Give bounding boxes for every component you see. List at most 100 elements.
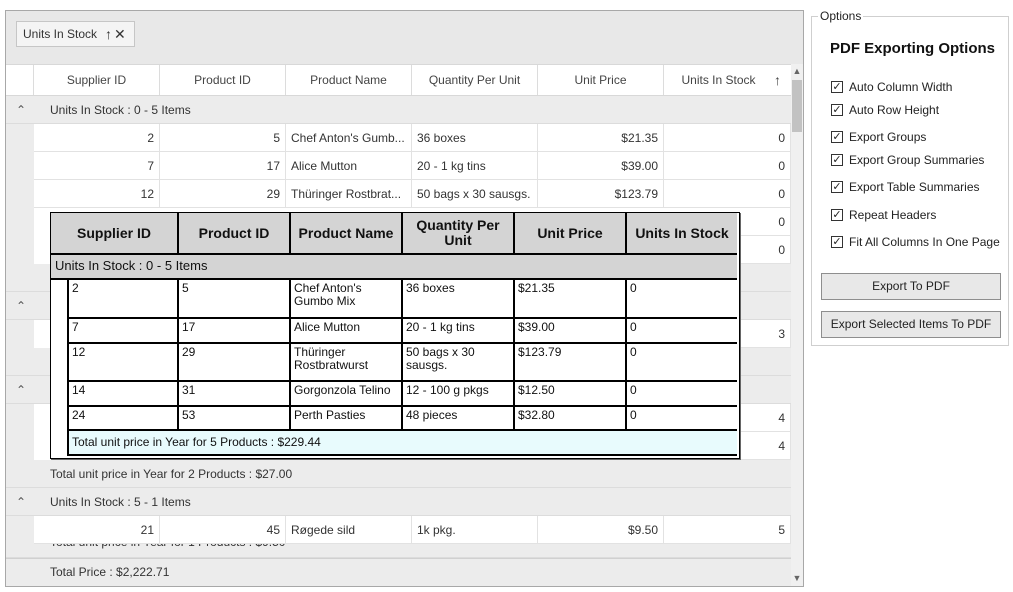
group-row[interactable]: ⌃ Units In Stock : 0 - 5 Items	[6, 96, 791, 124]
checkbox-export-table-summaries[interactable]: ✓ Export Table Summaries	[831, 180, 980, 194]
pdf-cell: 31	[179, 382, 291, 407]
cell-quantity-per-unit[interactable]: 1k pkg.	[412, 516, 538, 544]
pdf-cell: 0	[627, 344, 737, 382]
checkbox-auto-column-width[interactable]: ✓ Auto Column Width	[831, 80, 952, 94]
table-row[interactable]: 12 29 Thüringer Rostbrat... 50 bags x 30…	[6, 180, 791, 208]
cell-unit-price[interactable]: $39.00	[538, 152, 664, 180]
cell-product-id[interactable]: 17	[160, 152, 286, 180]
pdf-header-product-id: Product ID	[179, 213, 291, 255]
cell-supplier-id[interactable]: 21	[34, 516, 160, 544]
pdf-cell: 5	[179, 280, 291, 319]
pdf-preview: Supplier ID Product ID Product Name Quan…	[50, 212, 740, 459]
header-supplier-id[interactable]: Supplier ID	[34, 65, 160, 95]
cell-supplier-id[interactable]: 7	[34, 152, 160, 180]
group-caption: Units In Stock : 5 - 1 Items	[50, 495, 191, 509]
checkbox-export-groups[interactable]: ✓ Export Groups	[831, 130, 926, 144]
checkbox-auto-row-height[interactable]: ✓ Auto Row Height	[831, 103, 939, 117]
cell-quantity-per-unit[interactable]: 36 boxes	[412, 124, 538, 152]
cell-unit-price[interactable]: $123.79	[538, 180, 664, 208]
cell-product-id[interactable]: 45	[160, 516, 286, 544]
pdf-cell: Chef Anton's Gumbo Mix	[291, 280, 403, 319]
check-icon[interactable]: ✓	[831, 154, 843, 166]
checkbox-label: Export Group Summaries	[849, 153, 985, 167]
checkbox-label: Repeat Headers	[849, 208, 937, 222]
export-to-pdf-button[interactable]: Export To PDF	[821, 273, 1001, 300]
cell-units-in-stock[interactable]: 5	[664, 516, 791, 544]
row-indent	[6, 208, 34, 236]
cell-quantity-per-unit[interactable]: 20 - 1 kg tins	[412, 152, 538, 180]
cell-supplier-id[interactable]: 2	[34, 124, 160, 152]
check-icon[interactable]: ✓	[831, 236, 843, 248]
pdf-cell: Gorgonzola Telino	[291, 382, 403, 407]
pdf-cell: 29	[179, 344, 291, 382]
group-row[interactable]: ⌃ Units In Stock : 5 - 1 Items	[6, 488, 791, 516]
cell-unit-price[interactable]: $21.35	[538, 124, 664, 152]
group-chip-units-in-stock[interactable]: Units In Stock ↑ ✕	[16, 21, 135, 47]
pdf-cell: 12	[69, 344, 179, 382]
checkbox-export-group-summaries[interactable]: ✓ Export Group Summaries	[831, 153, 984, 167]
table-row[interactable]: 2 5 Chef Anton's Gumb... 36 boxes $21.35…	[6, 124, 791, 152]
cell-product-id[interactable]: 29	[160, 180, 286, 208]
cell-units-in-stock[interactable]: 0	[664, 124, 791, 152]
header-product-name[interactable]: Product Name	[286, 65, 412, 95]
group-summary-row: Total unit price in Year for 2 Products …	[6, 460, 791, 488]
check-icon[interactable]: ✓	[831, 209, 843, 221]
scroll-down-icon[interactable]: ▼	[791, 572, 803, 584]
table-row[interactable]: 7 17 Alice Mutton 20 - 1 kg tins $39.00 …	[6, 152, 791, 180]
pdf-cell: 50 bags x 30 sausgs.	[403, 344, 515, 382]
cell-unit-price[interactable]: $9.50	[538, 516, 664, 544]
close-icon[interactable]: ✕	[114, 27, 126, 41]
arrow-up-icon[interactable]: ↑	[105, 27, 112, 41]
cell-supplier-id[interactable]: 12	[34, 180, 160, 208]
row-indent	[6, 516, 34, 544]
header-unit-price[interactable]: Unit Price	[538, 65, 664, 95]
table-summary-row: Total Price : $2,222.71	[6, 558, 791, 586]
pdf-cell: 48 pieces	[403, 407, 515, 431]
check-icon[interactable]: ✓	[831, 104, 843, 116]
options-legend: Options	[818, 9, 864, 23]
cell-quantity-per-unit[interactable]: 50 bags x 30 sausgs.	[412, 180, 538, 208]
header-quantity-per-unit[interactable]: Quantity Per Unit	[412, 65, 538, 95]
row-indent	[6, 320, 34, 348]
check-icon[interactable]: ✓	[831, 131, 843, 143]
cell-product-name[interactable]: Thüringer Rostbrat...	[286, 180, 412, 208]
total-price: Total Price : $2,222.71	[50, 565, 170, 579]
check-icon[interactable]: ✓	[831, 81, 843, 93]
group-drop-area: Units In Stock ↑ ✕	[6, 11, 803, 64]
pdf-cell: 53	[179, 407, 291, 431]
header-indent	[6, 65, 34, 95]
vertical-scrollbar[interactable]: ▲ ▼	[791, 64, 803, 586]
chevron-up-icon[interactable]: ⌃	[14, 376, 28, 404]
cell-product-name[interactable]: Alice Mutton	[286, 152, 412, 180]
chevron-up-icon[interactable]: ⌃	[14, 488, 28, 516]
scroll-up-icon[interactable]: ▲	[791, 65, 803, 77]
pdf-header-quantity-per-unit: Quantity Per Unit	[403, 213, 515, 255]
pdf-cell: 0	[627, 382, 737, 407]
pdf-group-summary: Total unit price in Year for 5 Products …	[67, 431, 737, 456]
chevron-up-icon[interactable]: ⌃	[14, 292, 28, 320]
chevron-up-icon[interactable]: ⌃	[14, 96, 28, 124]
header-product-id[interactable]: Product ID	[160, 65, 286, 95]
export-selected-to-pdf-button[interactable]: Export Selected Items To PDF	[821, 311, 1001, 338]
checkbox-fit-all-columns[interactable]: ✓ Fit All Columns In One Page	[831, 235, 1000, 249]
pdf-header-units-in-stock: Units In Stock	[627, 213, 737, 255]
check-icon[interactable]: ✓	[831, 181, 843, 193]
checkbox-label: Export Table Summaries	[849, 180, 980, 194]
header-units-in-stock[interactable]: Units In Stock ↑	[664, 65, 791, 95]
pdf-header-unit-price: Unit Price	[515, 213, 627, 255]
table-row[interactable]: 21 45 Røgede sild 1k pkg. $9.50 5	[6, 516, 791, 544]
header-units-in-stock-label: Units In Stock	[681, 73, 756, 87]
cell-units-in-stock[interactable]: 0	[664, 180, 791, 208]
checkbox-label: Auto Column Width	[849, 80, 953, 94]
cell-product-name[interactable]: Chef Anton's Gumb...	[286, 124, 412, 152]
pdf-cell: Perth Pasties	[291, 407, 403, 431]
scrollbar-thumb[interactable]	[792, 80, 802, 132]
cell-units-in-stock[interactable]: 0	[664, 152, 791, 180]
pdf-cell: 17	[179, 319, 291, 344]
row-indent	[6, 152, 34, 180]
cell-product-name[interactable]: Røgede sild	[286, 516, 412, 544]
pdf-cell: 2	[69, 280, 179, 319]
checkbox-label: Auto Row Height	[849, 103, 940, 117]
checkbox-repeat-headers[interactable]: ✓ Repeat Headers	[831, 208, 936, 222]
cell-product-id[interactable]: 5	[160, 124, 286, 152]
